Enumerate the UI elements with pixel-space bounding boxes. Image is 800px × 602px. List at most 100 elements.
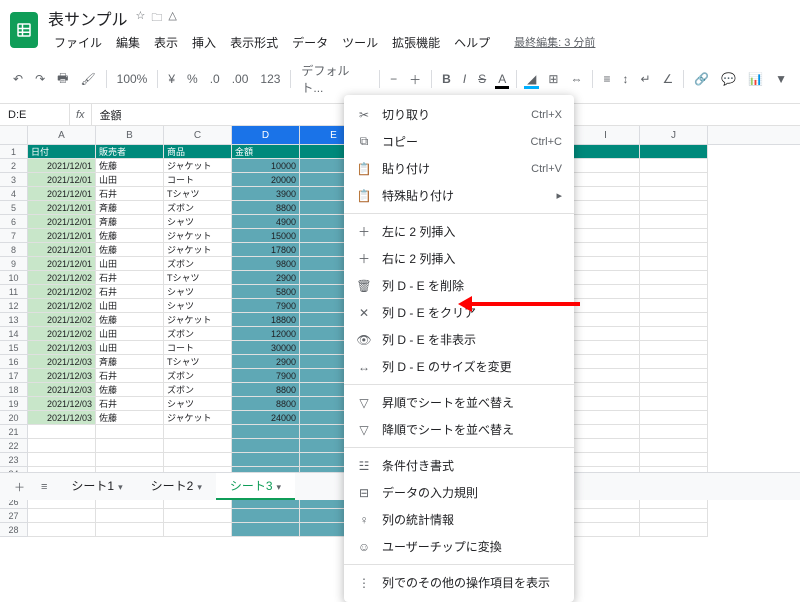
cell[interactable]: 斉藤	[96, 215, 164, 229]
valign-button[interactable]: ↕	[617, 69, 633, 89]
cell[interactable]: 2021/12/01	[28, 173, 96, 187]
cell[interactable]	[572, 215, 640, 229]
cell[interactable]: シャツ	[164, 299, 232, 313]
cell[interactable]: 佐藤	[96, 383, 164, 397]
menu-編集[interactable]: 編集	[110, 32, 146, 53]
all-sheets-button[interactable]: ≡	[35, 477, 53, 497]
paint-format-button[interactable]: 🖌	[75, 69, 100, 89]
row-header[interactable]: 19	[0, 397, 28, 411]
cell[interactable]: 2021/12/01	[28, 201, 96, 215]
cell[interactable]: 佐藤	[96, 313, 164, 327]
cell[interactable]: 2900	[232, 271, 300, 285]
cell[interactable]	[96, 425, 164, 439]
cell[interactable]: ジャケット	[164, 229, 232, 243]
col-header-B[interactable]: B	[96, 126, 164, 144]
cell[interactable]: 佐藤	[96, 229, 164, 243]
cell[interactable]: 2021/12/01	[28, 229, 96, 243]
cell[interactable]	[640, 453, 708, 467]
chart-button[interactable]: 📊	[743, 69, 768, 89]
context-menu-item[interactable]: 📋貼り付けCtrl+V	[344, 155, 574, 182]
cell[interactable]	[572, 523, 640, 537]
cell[interactable]: 山田	[96, 299, 164, 313]
cell[interactable]	[640, 173, 708, 187]
cell[interactable]	[572, 201, 640, 215]
context-menu-item[interactable]: ✂切り取りCtrl+X	[344, 101, 574, 128]
link-button[interactable]: 🔗	[689, 69, 714, 89]
cell[interactable]	[232, 509, 300, 523]
cell[interactable]: 石井	[96, 187, 164, 201]
bold-button[interactable]: B	[437, 69, 456, 89]
move-icon[interactable]: 🗀	[151, 9, 162, 28]
font-size-dec[interactable]: −	[385, 69, 402, 89]
cell[interactable]	[28, 425, 96, 439]
cell[interactable]: ズボン	[164, 383, 232, 397]
context-menu-item[interactable]: ⊟データの入力規則	[344, 479, 574, 506]
cell[interactable]	[572, 327, 640, 341]
sheet-tab[interactable]: シート1▾	[57, 473, 136, 500]
cell[interactable]: 2021/12/01	[28, 257, 96, 271]
cell[interactable]	[572, 509, 640, 523]
cell[interactable]	[572, 439, 640, 453]
cell[interactable]	[640, 215, 708, 229]
cell[interactable]: 15000	[232, 229, 300, 243]
cell[interactable]	[28, 509, 96, 523]
context-menu-item[interactable]: ＋右に 2 列挿入	[344, 245, 574, 272]
cell[interactable]: ジャケット	[164, 243, 232, 257]
menu-挿入[interactable]: 挿入	[186, 32, 222, 53]
cell[interactable]: 山田	[96, 173, 164, 187]
col-header-J[interactable]: J	[640, 126, 708, 144]
cell[interactable]: 20000	[232, 173, 300, 187]
row-header[interactable]: 7	[0, 229, 28, 243]
menu-ファイル[interactable]: ファイル	[48, 32, 108, 53]
cell[interactable]: コート	[164, 341, 232, 355]
cell[interactable]: 商品	[164, 145, 232, 159]
row-header[interactable]: 3	[0, 173, 28, 187]
row-header[interactable]: 28	[0, 523, 28, 537]
cell[interactable]: 2021/12/03	[28, 355, 96, 369]
cell[interactable]	[572, 411, 640, 425]
cell[interactable]: 斉藤	[96, 201, 164, 215]
cell[interactable]: 2900	[232, 355, 300, 369]
undo-button[interactable]: ↶	[8, 69, 28, 89]
italic-button[interactable]: I	[458, 69, 471, 89]
cell[interactable]: 2021/12/03	[28, 383, 96, 397]
cell[interactable]: 2021/12/02	[28, 313, 96, 327]
add-sheet-button[interactable]: ＋	[8, 475, 31, 499]
row-header[interactable]: 8	[0, 243, 28, 257]
cell[interactable]	[232, 523, 300, 537]
redo-button[interactable]: ↷	[30, 69, 50, 89]
text-color-button[interactable]: A	[493, 69, 511, 89]
cell[interactable]	[28, 523, 96, 537]
borders-button[interactable]: ⊞	[543, 69, 563, 89]
cell[interactable]: 山田	[96, 341, 164, 355]
cell[interactable]: 10000	[232, 159, 300, 173]
sheets-logo[interactable]	[10, 12, 38, 48]
row-header[interactable]: 6	[0, 215, 28, 229]
context-menu-item[interactable]: ＋左に 2 列挿入	[344, 218, 574, 245]
cell[interactable]	[572, 341, 640, 355]
cell[interactable]: 佐藤	[96, 243, 164, 257]
row-header[interactable]: 27	[0, 509, 28, 523]
cell[interactable]	[572, 453, 640, 467]
col-header-I[interactable]: I	[572, 126, 640, 144]
cell[interactable]	[572, 425, 640, 439]
cell[interactable]: 山田	[96, 257, 164, 271]
col-header-D[interactable]: D	[232, 126, 300, 144]
cell[interactable]: 2021/12/03	[28, 397, 96, 411]
cell[interactable]	[232, 425, 300, 439]
cell[interactable]: 石井	[96, 369, 164, 383]
cell[interactable]	[96, 453, 164, 467]
cell[interactable]: 2021/12/01	[28, 159, 96, 173]
cell[interactable]: 斉藤	[96, 355, 164, 369]
context-menu-item[interactable]: 👁列 D - E を非表示	[344, 326, 574, 353]
cell[interactable]	[164, 523, 232, 537]
cell[interactable]: 石井	[96, 285, 164, 299]
cell[interactable]: 8800	[232, 397, 300, 411]
fill-color-button[interactable]: ◢	[522, 69, 541, 89]
cell[interactable]	[640, 355, 708, 369]
cell[interactable]: 2021/12/02	[28, 299, 96, 313]
row-header[interactable]: 22	[0, 439, 28, 453]
rotate-button[interactable]: ∠	[658, 69, 679, 89]
row-header[interactable]: 17	[0, 369, 28, 383]
row-header[interactable]: 18	[0, 383, 28, 397]
